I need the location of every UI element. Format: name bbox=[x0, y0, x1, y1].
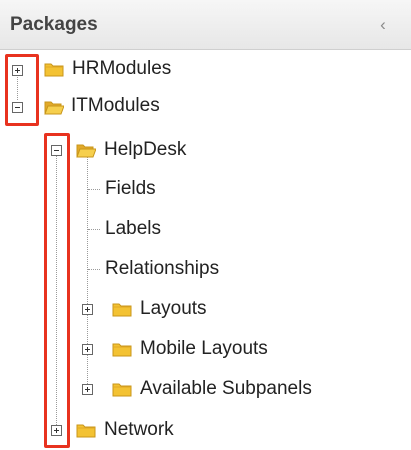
tree-item-label[interactable]: Available Subpanels bbox=[140, 378, 312, 400]
folder-icon bbox=[112, 303, 132, 317]
panel-header: Packages ‹ bbox=[0, 0, 411, 50]
tree-item-relationships[interactable]: Relationships bbox=[90, 250, 310, 288]
highlight-box-top-level bbox=[5, 54, 39, 126]
packages-panel: Packages ‹ HRModules ITModules HelpDesk … bbox=[0, 0, 411, 448]
highlight-box-child-level bbox=[44, 133, 70, 448]
panel-title: Packages bbox=[10, 14, 98, 35]
expand-icon[interactable] bbox=[82, 304, 93, 315]
collapse-panel-icon[interactable]: ‹ bbox=[372, 14, 394, 36]
folder-open-icon bbox=[44, 101, 64, 115]
tree-item-label[interactable]: Labels bbox=[105, 218, 161, 240]
folder-icon bbox=[112, 383, 132, 397]
folder-icon bbox=[44, 63, 64, 77]
tree-item-label[interactable]: HRModules bbox=[72, 58, 171, 80]
tree-item-fields[interactable]: Fields bbox=[90, 170, 290, 208]
folder-open-icon bbox=[76, 144, 96, 158]
tree-item-label[interactable]: Layouts bbox=[140, 298, 207, 320]
tree-item-label[interactable]: HelpDesk bbox=[104, 139, 186, 161]
tree-item-hrmodules[interactable]: HRModules bbox=[0, 50, 300, 88]
tree-item-labels[interactable]: Labels bbox=[90, 210, 290, 248]
tree-item-label[interactable]: Mobile Layouts bbox=[140, 338, 268, 360]
tree-item-label[interactable]: Network bbox=[104, 419, 174, 441]
expand-icon[interactable] bbox=[82, 344, 93, 355]
tree-item-itmodules[interactable]: ITModules bbox=[0, 88, 300, 126]
expand-icon[interactable] bbox=[82, 384, 93, 395]
folder-icon bbox=[112, 343, 132, 357]
tree-item-label[interactable]: Fields bbox=[105, 178, 156, 200]
tree-item-label[interactable]: ITModules bbox=[71, 95, 160, 117]
folder-icon bbox=[76, 424, 96, 438]
tree-item-label[interactable]: Relationships bbox=[105, 258, 219, 280]
